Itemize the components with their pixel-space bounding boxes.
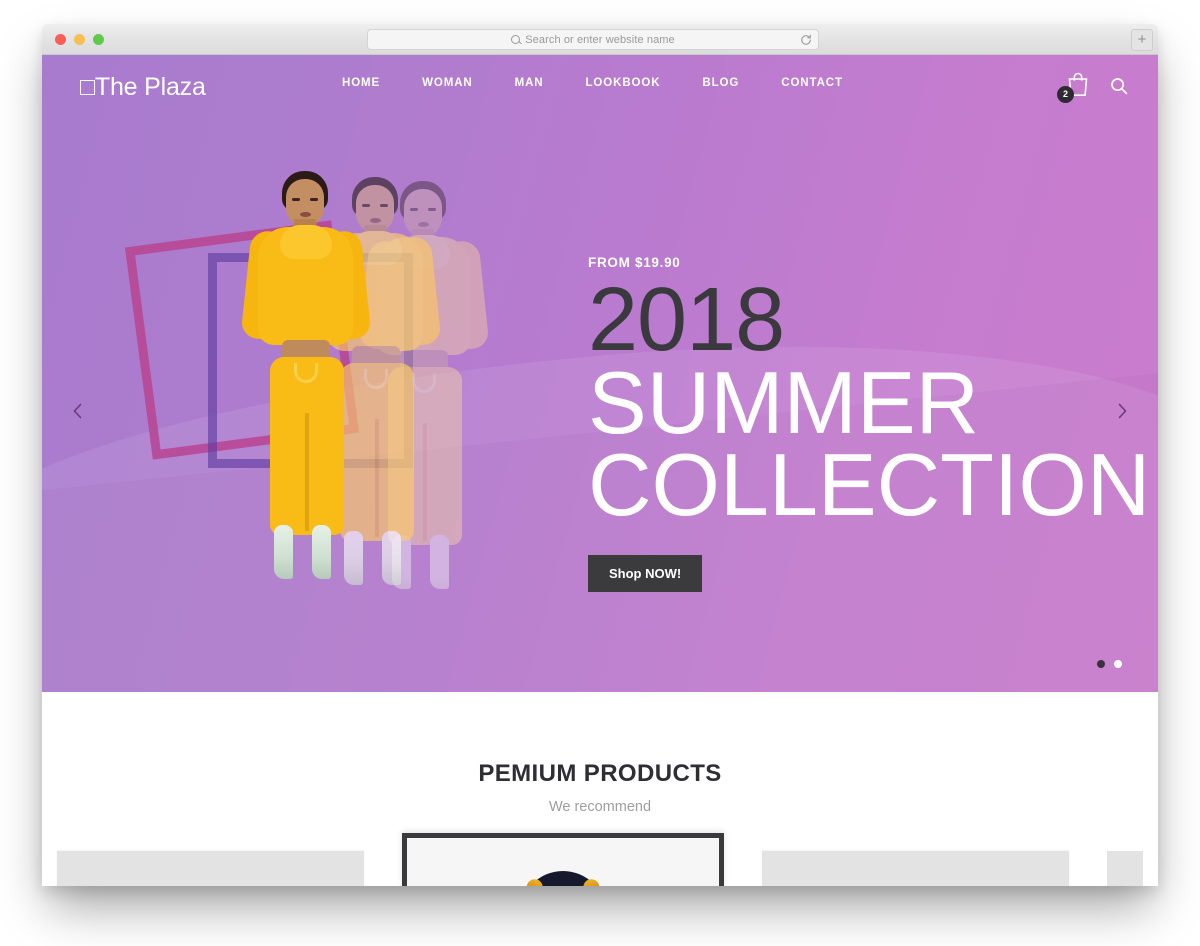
browser-window: Search or enter website name + □The Plaz… — [42, 24, 1158, 886]
hero-price-kicker: FROM $19.90 — [588, 255, 681, 270]
nav-item-home[interactable]: HOME — [342, 77, 380, 89]
address-bar[interactable]: Search or enter website name — [367, 29, 819, 50]
chevron-left-icon — [73, 403, 82, 419]
nav-item-lookbook[interactable]: LOOKBOOK — [586, 77, 661, 89]
site-logo[interactable]: □The Plaza — [80, 73, 206, 102]
address-bar-placeholder: Search or enter website name — [525, 33, 675, 46]
site-header: □The Plaza HOME WOMAN MAN LOOKBOOK BLOG … — [42, 55, 1158, 117]
browser-title-bar: Search or enter website name + — [42, 24, 1158, 55]
product-card-partial[interactable] — [1107, 851, 1143, 886]
slider-dot-2[interactable] — [1114, 660, 1122, 668]
premium-products-section: PEMIUM PRODUCTS We recommend — [42, 692, 1158, 886]
slider-pagination — [1097, 660, 1122, 668]
hero-year: 2018 — [588, 270, 785, 370]
main-navigation: HOME WOMAN MAN LOOKBOOK BLOG CONTACT — [342, 77, 843, 89]
cart-count-badge: 2 — [1057, 86, 1074, 103]
maximize-window-button[interactable] — [93, 34, 104, 45]
shop-now-button[interactable]: Shop NOW! — [588, 555, 703, 593]
reload-icon[interactable] — [800, 34, 812, 46]
search-icon — [1111, 78, 1128, 95]
section-subtitle: We recommend — [548, 799, 652, 815]
window-controls — [55, 34, 104, 45]
hero-model-composition — [102, 155, 582, 595]
slider-dot-1[interactable] — [1097, 660, 1105, 668]
product-garment-preview — [520, 871, 606, 886]
hero-headline-line2: COLLECTION — [588, 434, 1151, 534]
chevron-right-icon — [1118, 403, 1127, 419]
product-card-row — [42, 833, 1158, 886]
search-button[interactable] — [1110, 77, 1128, 95]
page-viewport: □The Plaza HOME WOMAN MAN LOOKBOOK BLOG … — [42, 55, 1158, 886]
product-card-featured[interactable] — [402, 833, 724, 886]
hero-copy: FROM $19.90 2018 SUMMER COLLECTION Shop … — [588, 255, 1151, 593]
minimize-window-button[interactable] — [74, 34, 85, 45]
header-actions: 2 — [1057, 71, 1128, 103]
nav-item-man[interactable]: MAN — [515, 77, 544, 89]
slider-prev-button[interactable] — [66, 399, 90, 423]
cart-button[interactable]: 2 — [1057, 71, 1092, 103]
nav-item-woman[interactable]: WOMAN — [422, 77, 473, 89]
slider-next-button[interactable] — [1110, 399, 1134, 423]
search-icon — [511, 35, 521, 44]
hero-slider: □The Plaza HOME WOMAN MAN LOOKBOOK BLOG … — [42, 55, 1158, 692]
model-front — [232, 167, 382, 579]
hero-headline-line1: SUMMER — [588, 352, 980, 452]
close-window-button[interactable] — [55, 34, 66, 45]
section-title: PEMIUM PRODUCTS — [478, 760, 722, 787]
nav-item-contact[interactable]: CONTACT — [781, 77, 843, 89]
nav-item-blog[interactable]: BLOG — [702, 77, 739, 89]
new-tab-button[interactable]: + — [1131, 29, 1153, 51]
product-card[interactable] — [762, 851, 1069, 886]
product-card[interactable] — [57, 851, 364, 886]
